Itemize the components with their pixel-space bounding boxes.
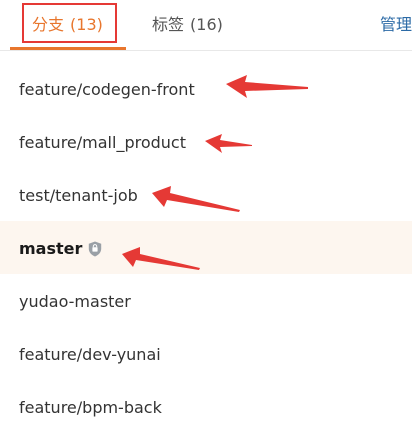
branch-item[interactable]: feature/bpm-back xyxy=(0,380,412,433)
branch-name: feature/codegen-front xyxy=(19,79,195,99)
branch-item[interactable]: feature/mall_product xyxy=(0,115,412,168)
tab-tags-label: 标签 xyxy=(152,15,185,34)
branch-name: feature/bpm-back xyxy=(19,397,162,417)
branch-name: master xyxy=(19,238,83,258)
branch-name: test/tenant-job xyxy=(19,185,138,205)
branch-item[interactable]: yudao-master xyxy=(0,274,412,327)
branch-item[interactable]: feature/dev-yunai xyxy=(0,327,412,380)
annotation-highlight-box xyxy=(22,3,117,43)
shield-icon xyxy=(89,241,102,256)
active-tab-indicator xyxy=(10,47,126,50)
branch-name: feature/mall_product xyxy=(19,132,186,152)
branch-tag-tabs: 分支 (13) 标签 (16) 管理 xyxy=(0,0,412,51)
tab-tags[interactable]: 标签 (16) xyxy=(152,14,223,36)
branch-item-default[interactable]: master xyxy=(0,221,412,274)
tab-tags-count: (16) xyxy=(190,15,223,34)
branch-item[interactable]: test/tenant-job xyxy=(0,168,412,221)
manage-link[interactable]: 管理 xyxy=(380,14,412,36)
branch-list: feature/codegen-front feature/mall_produ… xyxy=(0,62,412,433)
branch-name: yudao-master xyxy=(19,291,131,311)
branch-item[interactable]: feature/codegen-front xyxy=(0,62,412,115)
branch-name: feature/dev-yunai xyxy=(19,344,161,364)
